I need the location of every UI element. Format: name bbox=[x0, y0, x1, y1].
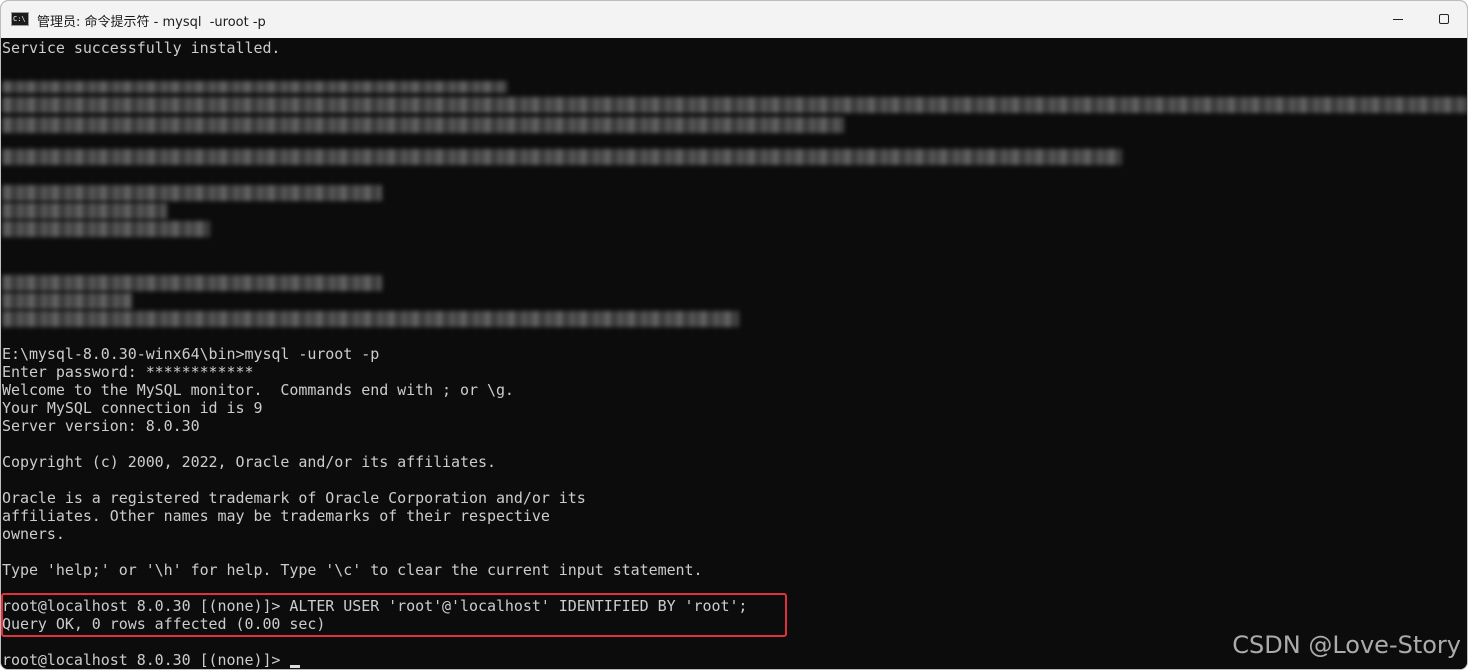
console-line-oracle-2: affiliates. Other names may be trademark… bbox=[2, 507, 550, 525]
cmd-icon: C:\ bbox=[11, 12, 29, 26]
console-line-query-ok: Query OK, 0 rows affected (0.00 sec) bbox=[2, 615, 326, 633]
console-line-oracle-3: owners. bbox=[2, 525, 65, 543]
maximize-button[interactable] bbox=[1421, 1, 1467, 38]
redacted-region bbox=[2, 203, 167, 219]
terminal-window: C:\ 管理员: 命令提示符 - mysql -uroot -p Service… bbox=[0, 0, 1468, 670]
console-prompt[interactable]: root@localhost 8.0.30 [(none)]> bbox=[2, 651, 289, 669]
console-line-connection-id: Your MySQL connection id is 9 bbox=[2, 399, 263, 417]
console-line-help: Type 'help;' or '\h' for help. Type '\c'… bbox=[2, 561, 703, 579]
console-line-alter-user: root@localhost 8.0.30 [(none)]> ALTER US… bbox=[2, 597, 748, 615]
redacted-region bbox=[2, 221, 210, 237]
console-line-password: Enter password: ************ bbox=[2, 363, 254, 381]
minimize-button[interactable] bbox=[1375, 1, 1421, 38]
maximize-icon bbox=[1439, 14, 1449, 24]
redacted-region bbox=[2, 311, 739, 327]
title-bar[interactable]: C:\ 管理员: 命令提示符 - mysql -uroot -p bbox=[1, 1, 1467, 38]
console-line-welcome: Welcome to the MySQL monitor. Commands e… bbox=[2, 381, 514, 399]
text-cursor bbox=[290, 665, 300, 668]
console-line-server-version: Server version: 8.0.30 bbox=[2, 417, 200, 435]
console-line-oracle-1: Oracle is a registered trademark of Orac… bbox=[2, 489, 586, 507]
console-output[interactable]: Service successfully installed. E:\mysql… bbox=[1, 39, 1467, 669]
redacted-region bbox=[2, 117, 844, 133]
redacted-region bbox=[2, 293, 132, 309]
console-line-service: Service successfully installed. bbox=[2, 39, 281, 57]
console-line-copyright: Copyright (c) 2000, 2022, Oracle and/or … bbox=[2, 453, 496, 471]
redacted-region bbox=[2, 149, 1122, 165]
redacted-region bbox=[2, 185, 382, 201]
watermark: CSDN @Love-Story bbox=[1232, 631, 1461, 659]
redacted-region bbox=[2, 81, 507, 93]
redacted-region bbox=[2, 97, 1467, 113]
redacted-region bbox=[2, 275, 382, 291]
console-line-command: E:\mysql-8.0.30-winx64\bin>mysql -uroot … bbox=[2, 345, 380, 363]
window-title: 管理员: 命令提示符 - mysql -uroot -p bbox=[37, 15, 266, 30]
minimize-icon bbox=[1393, 19, 1403, 20]
